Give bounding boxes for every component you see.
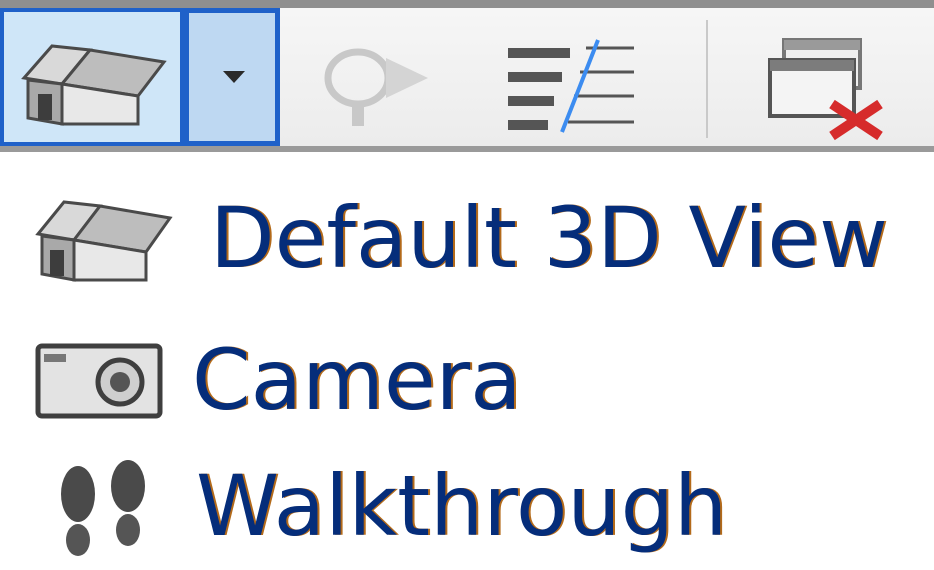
- close-hidden-windows-icon[interactable]: [756, 32, 896, 142]
- house-icon: [21, 44, 167, 126]
- thin-lines-icon[interactable]: [504, 38, 640, 134]
- view-dropdown-button[interactable]: [184, 8, 280, 146]
- menu-item-default-3d-view[interactable]: Default 3D View: [0, 178, 934, 298]
- menu-item-label: Walkthrough: [196, 457, 728, 555]
- toolbar: [0, 0, 934, 152]
- menu-item-label: Camera: [192, 331, 522, 429]
- menu-item-camera[interactable]: Camera: [0, 314, 934, 434]
- default-3d-view-button[interactable]: [0, 8, 184, 146]
- toolbar-separator: [706, 20, 708, 138]
- dropdown-arrow-icon: [223, 71, 245, 83]
- menu-item-label: Default 3D View: [210, 189, 888, 287]
- menu-item-walkthrough[interactable]: Walkthrough: [0, 448, 934, 568]
- house-icon: [35, 200, 173, 282]
- camera-icon: [35, 343, 163, 419]
- footprints-icon: [61, 460, 145, 556]
- section-view-icon[interactable]: [316, 38, 436, 128]
